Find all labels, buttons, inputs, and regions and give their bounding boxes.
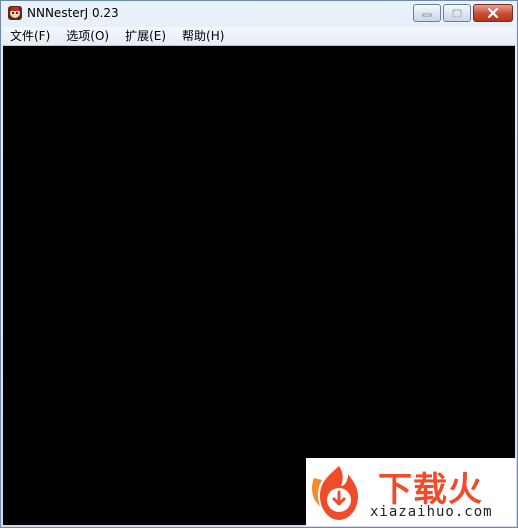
window-title: NNNesterJ 0.23 xyxy=(27,6,119,20)
app-window: NNNesterJ 0.23 文件(F) 选项(O) 扩展(E) 帮助(H) 下… xyxy=(0,0,518,528)
close-icon xyxy=(487,8,499,18)
close-button[interactable] xyxy=(473,4,513,22)
title-bar[interactable]: NNNesterJ 0.23 xyxy=(1,1,517,27)
maximize-button[interactable] xyxy=(443,4,471,22)
maximize-icon xyxy=(452,8,462,18)
menu-help[interactable]: 帮助(H) xyxy=(175,27,231,45)
window-controls xyxy=(413,4,513,22)
flame-download-icon xyxy=(312,466,358,520)
emulator-screen[interactable] xyxy=(3,46,515,525)
minimize-icon xyxy=(422,13,432,17)
menu-file[interactable]: 文件(F) xyxy=(3,27,57,45)
watermark-url: xiazaihuo.com xyxy=(370,504,493,520)
watermark: 下载火 xiazaihuo.com xyxy=(306,458,516,526)
menu-extend[interactable]: 扩展(E) xyxy=(118,27,173,45)
menu-bar: 文件(F) 选项(O) 扩展(E) 帮助(H) xyxy=(3,27,515,46)
minimize-button[interactable] xyxy=(413,4,441,22)
app-icon xyxy=(8,6,22,20)
menu-options[interactable]: 选项(O) xyxy=(59,27,116,45)
